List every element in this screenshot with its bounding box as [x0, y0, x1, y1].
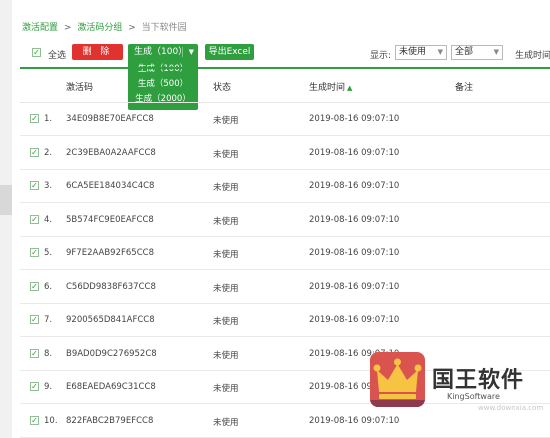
- row-checkbox[interactable]: ✓: [30, 382, 39, 391]
- row-number: 3.: [44, 181, 53, 191]
- generated-time: 2019-08-16 09:07:10: [309, 147, 400, 158]
- row-checkbox[interactable]: ✓: [30, 214, 39, 224]
- row-checkbox[interactable]: ✓: [30, 147, 39, 157]
- column-header-code: 激活码: [66, 83, 94, 93]
- status-filter-value: 未使用: [399, 47, 427, 57]
- row-number: 7.: [44, 315, 53, 325]
- activation-code: 34E09B8E70EAFCC8: [66, 114, 154, 124]
- breadcrumb-item-activation-config[interactable]: 激活配置: [22, 23, 58, 33]
- table-header: 激活码 状态 生成时间 ▲ 备注: [20, 69, 550, 103]
- breadcrumb: 激活配置 > 激活码分组 > 当下软件园: [22, 20, 187, 33]
- activation-code: 2C39EBA0A2AAFCC8: [66, 147, 156, 158]
- row-number: 5.: [44, 248, 53, 258]
- activation-code: B9AD0D9C276952C8: [66, 348, 157, 359]
- generated-time: 2019-08-16 09:07:10: [309, 181, 400, 191]
- status-text: 未使用: [213, 149, 239, 160]
- row-checkbox[interactable]: ✓: [30, 114, 39, 123]
- column-header-status: 状态: [213, 83, 232, 93]
- status-text: 未使用: [213, 350, 239, 361]
- row-number: 2.: [44, 147, 53, 158]
- row-checkbox[interactable]: ✓: [30, 315, 39, 324]
- watermark-text: www.downxia.com: [478, 404, 544, 412]
- table-row[interactable]: ✓ 2. 2C39EBA0A2AAFCC8 未使用 2019-08-16 09:07:1…: [20, 136, 550, 170]
- sort-label[interactable]: 生成时间: [515, 48, 550, 61]
- activation-code: 5B574FC9E0EAFCC8: [66, 214, 154, 225]
- status-text: 未使用: [213, 216, 239, 227]
- status-text: 未使用: [213, 250, 239, 260]
- table-row[interactable]: ✓ 3. 6CA5EE184034C4C8 未使用 2019-08-16 09:07:1…: [20, 169, 550, 203]
- table-row[interactable]: ✓ 1. 34E09B8E70EAFCC8 未使用 2019-08-16 09:07:1…: [20, 102, 550, 136]
- activation-code: 9F7E2AAB92F65CC8: [66, 248, 154, 258]
- chevron-down-icon[interactable]: ▼: [189, 44, 194, 60]
- generated-time: 2019-08-16 09:07:10: [309, 415, 400, 426]
- column-header-note: 备注: [455, 83, 474, 93]
- delete-button[interactable]: 删 除: [72, 44, 123, 60]
- status-text: 未使用: [213, 116, 239, 126]
- group-filter-value: 全部: [455, 47, 474, 57]
- generated-time: 2019-08-16 09:07:10: [309, 114, 400, 124]
- status-text: 未使用: [213, 417, 239, 428]
- row-number: 10.: [44, 415, 58, 426]
- table-row[interactable]: ✓ 7. 9200565D841AFCC8 未使用 2019-08-16 09:07:1…: [20, 303, 550, 337]
- generated-time: 2019-08-16 09:07:10: [309, 248, 400, 258]
- sort-ascending-icon: ▲: [347, 84, 353, 92]
- kingsoftware-logo: [370, 352, 425, 407]
- breadcrumb-separator: >: [63, 23, 72, 33]
- table-row[interactable]: ✓ 5. 9F7E2AAB92F65CC8 未使用 2019-08-16 09:07:1…: [20, 236, 550, 270]
- select-all-label: 全选: [48, 51, 67, 61]
- chevron-down-icon: ▼: [493, 48, 499, 56]
- row-number: 4.: [44, 214, 53, 225]
- row-checkbox[interactable]: ✓: [30, 415, 39, 425]
- generate-button-label: 生成（100）: [134, 47, 188, 57]
- row-number: 9.: [44, 382, 53, 392]
- status-text: 未使用: [213, 183, 239, 193]
- row-checkbox[interactable]: ✓: [30, 181, 39, 190]
- table-row[interactable]: ✓ 4. 5B574FC9E0EAFCC8 未使用 2019-08-16 09:07:1…: [20, 203, 550, 237]
- table-row[interactable]: ✓ 10. 822FABC2B79EFCC8 未使用 2019-08-16 09:07:…: [20, 404, 550, 438]
- chevron-down-icon: ▼: [437, 48, 443, 56]
- generated-time: 2019-08-16 09:07:10: [309, 281, 400, 292]
- row-checkbox[interactable]: ✓: [30, 248, 39, 257]
- activation-code: 6CA5EE184034C4C8: [66, 181, 155, 191]
- brand-name: 国王软件: [432, 368, 525, 393]
- breadcrumb-item-code-groups[interactable]: 激活码分组: [77, 23, 122, 33]
- row-number: 1.: [44, 114, 53, 124]
- status-text: 未使用: [213, 384, 239, 394]
- group-filter-select[interactable]: 全部 ▼: [451, 45, 503, 60]
- row-number: 6.: [44, 281, 53, 292]
- select-all-checkbox[interactable]: ✓: [32, 48, 41, 57]
- status-filter-select[interactable]: 未使用 ▼: [395, 45, 447, 60]
- activation-code: E68EAEDA69C31CC8: [66, 382, 156, 392]
- generated-time: 2019-08-16 09:07:10: [309, 214, 400, 225]
- generated-time: 2019-08-16 09:07:10: [309, 315, 400, 325]
- activation-code: 9200565D841AFCC8: [66, 315, 155, 325]
- row-number: 8.: [44, 348, 53, 359]
- left-sidebar-strip: [0, 0, 12, 438]
- row-checkbox[interactable]: ✓: [30, 348, 39, 358]
- activation-code: C56DD9838F637CC8: [66, 281, 156, 292]
- status-text: 未使用: [213, 283, 239, 294]
- export-excel-button[interactable]: 导出Excel: [205, 44, 254, 60]
- breadcrumb-current: 当下软件园: [141, 23, 187, 33]
- generate-dropdown-button[interactable]: 生成（100） ▼: [128, 44, 198, 60]
- crown-icon: [370, 358, 425, 407]
- breadcrumb-separator: >: [128, 23, 136, 33]
- sidebar-active-marker: [0, 185, 12, 215]
- row-checkbox[interactable]: ✓: [30, 281, 39, 291]
- column-header-time[interactable]: 生成时间 ▲: [309, 80, 352, 93]
- column-header-time-label: 生成时间: [309, 83, 346, 93]
- status-text: 未使用: [213, 317, 239, 327]
- filter-label: 显示:: [370, 51, 392, 61]
- table-row[interactable]: ✓ 6. C56DD9838F637CC8 未使用 2019-08-16 09:07:1…: [20, 270, 550, 304]
- button-divider: [182, 47, 183, 57]
- brand-subtitle: KingSoftware: [447, 392, 500, 401]
- activation-code: 822FABC2B79EFCC8: [66, 415, 154, 426]
